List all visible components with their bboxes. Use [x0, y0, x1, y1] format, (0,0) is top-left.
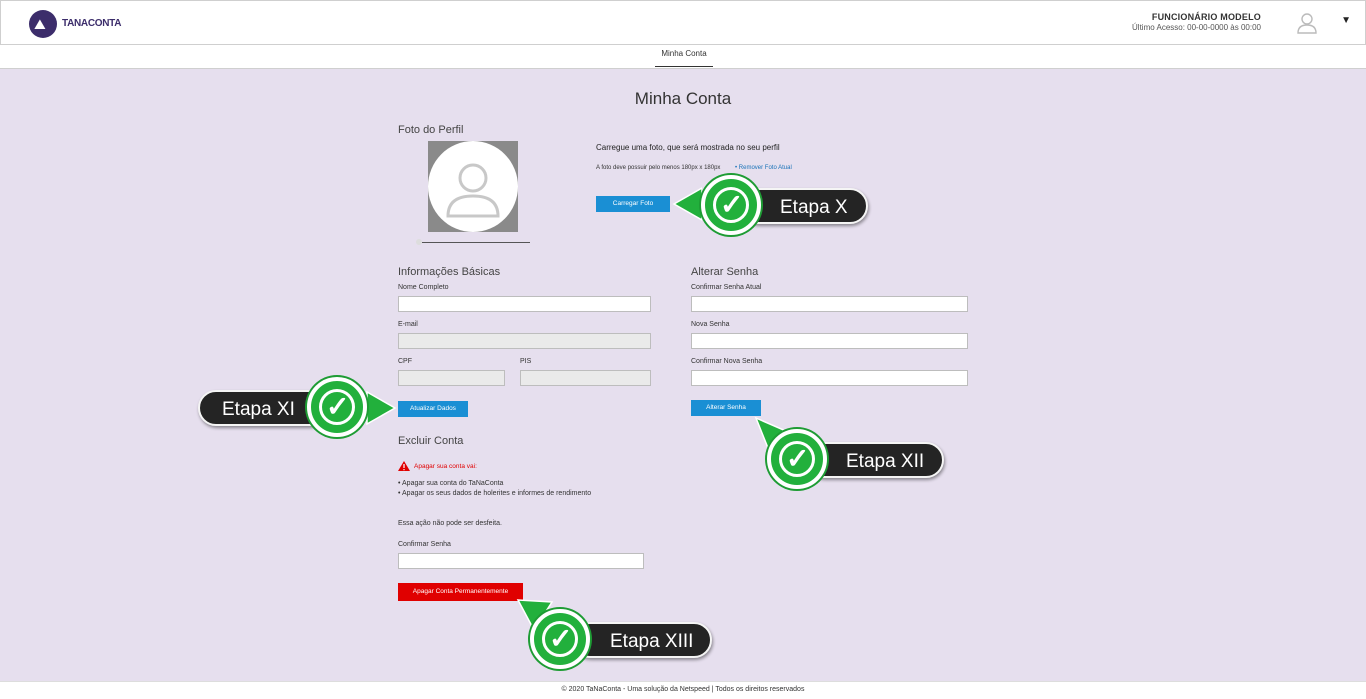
check-mark-icon: ✓	[326, 391, 350, 422]
check-icon: ✓	[701, 175, 761, 235]
zoom-slider-track[interactable]	[422, 242, 530, 243]
delete-consequence-item: • Apagar os seus dados de holerites e in…	[398, 490, 592, 497]
user-avatar-icon[interactable]	[1296, 12, 1318, 34]
callout-pointer	[672, 187, 702, 221]
confirm-new-password-label: Confirmar Nova Senha	[691, 358, 763, 365]
check-mark-icon: ✓	[549, 623, 573, 654]
basic-info-title: Informações Básicas	[398, 266, 501, 278]
logo-text[interactable]: TANACONTA	[62, 18, 121, 29]
pis-label: PIS	[520, 358, 532, 365]
check-icon: ✓	[307, 377, 367, 437]
confirm-password-field[interactable]	[398, 553, 644, 569]
new-password-label: Nova Senha	[691, 321, 730, 328]
current-password-field[interactable]	[691, 296, 968, 312]
user-placeholder-icon	[446, 163, 500, 218]
user-menu-caret-icon[interactable]: ▼	[1341, 15, 1351, 26]
zoom-slider-handle[interactable]	[416, 239, 422, 245]
confirm-new-password-field[interactable]	[691, 370, 968, 386]
profile-photo	[428, 141, 518, 232]
new-password-field[interactable]	[691, 333, 968, 349]
irreversible-note: Essa ação não pode ser desfeita.	[398, 520, 502, 527]
full-name-label: Nome Completo	[398, 284, 449, 291]
photo-description: Carregue uma foto, que será mostrada no …	[596, 143, 780, 152]
cpf-label: CPF	[398, 358, 412, 365]
tab-minha-conta[interactable]: Minha Conta	[655, 45, 713, 67]
email-field	[398, 333, 651, 349]
logo-mark: ⛰	[34, 16, 46, 32]
check-icon: ✓	[767, 429, 827, 489]
update-data-button[interactable]: Atualizar Dados	[398, 401, 468, 417]
pis-field	[520, 370, 651, 386]
change-password-button[interactable]: Alterar Senha	[691, 400, 761, 416]
cpf-field	[398, 370, 505, 386]
check-mark-icon: ✓	[786, 443, 810, 474]
check-mark-icon: ✓	[720, 189, 744, 220]
remove-photo-label[interactable]: Remover Foto Atual	[739, 165, 792, 171]
photo-size-note: A foto deve possuir pelo menos 180px x 1…	[596, 165, 721, 171]
remove-photo-link[interactable]: • Remover Foto Atual	[735, 165, 792, 171]
delete-account-title: Excluir Conta	[398, 435, 464, 447]
logo-icon[interactable]: ⛰	[29, 10, 57, 38]
profile-photo-title: Foto do Perfil	[398, 124, 464, 136]
profile-photo-circle	[428, 141, 518, 232]
page-title: Minha Conta	[634, 89, 732, 108]
confirm-password-label: Confirmar Senha	[398, 541, 451, 548]
check-icon: ✓	[530, 609, 590, 669]
callout-pointer	[366, 390, 397, 426]
change-password-title: Alterar Senha	[691, 266, 759, 278]
upload-photo-button[interactable]: Carregar Foto	[596, 196, 670, 212]
warning-icon	[398, 461, 410, 471]
current-password-label: Confirmar Senha Atual	[691, 284, 762, 291]
user-name: FUNCIONÁRIO MODELO	[1151, 12, 1261, 22]
last-access: Último Acesso: 00-00-0000 às 00:00	[1132, 23, 1261, 32]
email-label: E-mail	[398, 321, 418, 328]
delete-consequence-item: • Apagar sua conta do TaNaConta	[398, 480, 504, 487]
top-bar: ⛰ TANACONTA FUNCIONÁRIO MODELO Último Ac…	[0, 0, 1366, 45]
delete-warning-text: Apagar sua conta vai:	[414, 463, 477, 470]
sub-nav: Minha Conta	[0, 45, 1366, 69]
footer: © 2020 TaNaConta - Uma solução da Netspe…	[0, 681, 1366, 699]
full-name-field[interactable]	[398, 296, 651, 312]
delete-account-button[interactable]: Apagar Conta Permanentemente	[398, 583, 523, 601]
callout-etapa-xiii: Etapa XIII	[572, 622, 712, 658]
